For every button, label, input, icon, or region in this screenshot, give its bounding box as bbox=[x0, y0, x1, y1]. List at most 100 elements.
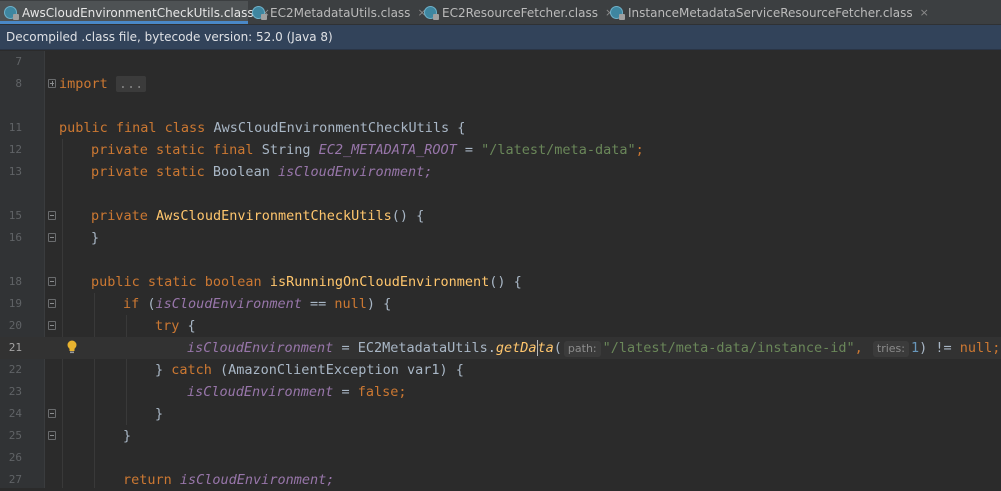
line-number: 19 bbox=[8, 297, 22, 310]
code-line-current: 21 isCloudEnvironment = EC2MetadataUtils… bbox=[0, 337, 1001, 359]
tab-label: AwsCloudEnvironmentCheckUtils.class bbox=[22, 5, 254, 20]
fold-toggle-icon[interactable] bbox=[48, 409, 56, 418]
string: "/latest/meta-data" bbox=[481, 142, 636, 158]
punct: = bbox=[456, 142, 482, 158]
fold-toggle-icon[interactable] bbox=[48, 211, 56, 220]
punct: ; bbox=[398, 384, 407, 400]
folded-imports[interactable]: ... bbox=[115, 76, 147, 92]
banner-text: Decompiled .class file, bytecode version… bbox=[6, 30, 333, 44]
keyword: private static final bbox=[91, 142, 254, 158]
field: EC2_METADATA_ROOT bbox=[318, 142, 457, 158]
keyword: null bbox=[959, 340, 993, 356]
line-number: 15 bbox=[8, 209, 22, 222]
field: isCloudEnvironment; bbox=[277, 164, 433, 180]
punct: } bbox=[155, 362, 172, 378]
code-line: 20 try { bbox=[0, 315, 1001, 337]
code-line: 13 private static Boolean isCloudEnviron… bbox=[0, 161, 1001, 183]
code-line: 11 public final class AwsCloudEnvironmen… bbox=[0, 117, 1001, 139]
line-number: 11 bbox=[8, 121, 22, 134]
parameter-hint-tries: tries: bbox=[872, 341, 909, 357]
line-number: 21 bbox=[8, 341, 22, 354]
code-line: 7 bbox=[0, 51, 1001, 73]
class-name: AwsCloudEnvironmentCheckUtils bbox=[213, 120, 450, 136]
code-text: } catch (AmazonClientException var1) { bbox=[155, 359, 464, 381]
fold-toggle-icon[interactable] bbox=[48, 431, 56, 440]
type: Boolean bbox=[204, 164, 278, 180]
keyword: public static boolean bbox=[91, 274, 262, 290]
punct: , bbox=[854, 340, 863, 356]
keyword: public final class bbox=[59, 120, 206, 136]
keyword: null bbox=[334, 296, 367, 312]
code-editor[interactable]: 7 8 import ... 11 public final class Aws… bbox=[0, 51, 1001, 488]
punct: == bbox=[301, 296, 335, 312]
keyword: return bbox=[123, 472, 172, 488]
field: isCloudEnvironment bbox=[155, 296, 302, 312]
tab-label: EC2ResourceFetcher.class bbox=[442, 5, 598, 20]
class-file-icon bbox=[610, 6, 625, 20]
tab-ec2-resource-fetcher[interactable]: EC2ResourceFetcher.class × bbox=[420, 1, 614, 24]
line-number: 18 bbox=[8, 275, 22, 288]
punct: ; bbox=[992, 340, 1001, 356]
line-number: 23 bbox=[8, 385, 22, 398]
punct: ) { bbox=[366, 296, 392, 312]
line-number: 20 bbox=[8, 319, 22, 332]
class-file-icon bbox=[252, 6, 267, 20]
method-call: ta bbox=[537, 340, 554, 356]
fold-toggle-icon[interactable] bbox=[48, 299, 56, 308]
punct: ( bbox=[139, 296, 156, 312]
keyword: private bbox=[91, 208, 148, 224]
tab-label: InstanceMetadataServiceResourceFetcher.c… bbox=[628, 5, 913, 20]
code-line: 22 } catch (AmazonClientException var1) … bbox=[0, 359, 1001, 381]
code-text: private static Boolean isCloudEnvironmen… bbox=[91, 161, 432, 183]
punct: ( bbox=[553, 340, 562, 356]
code-text: private static final String EC2_METADATA… bbox=[91, 139, 644, 161]
punct: () { bbox=[391, 208, 425, 224]
method-name: AwsCloudEnvironmentCheckUtils bbox=[156, 208, 392, 224]
code-text: if (isCloudEnvironment == null) { bbox=[123, 293, 391, 315]
tab-instance-metadata-service-resource-fetcher[interactable]: InstanceMetadataServiceResourceFetcher.c… bbox=[606, 1, 929, 24]
fold-toggle-icon[interactable] bbox=[48, 277, 56, 286]
line-number: 8 bbox=[15, 77, 22, 90]
punct: { bbox=[179, 318, 196, 334]
code-text: public final class AwsCloudEnvironmentCh… bbox=[59, 117, 465, 139]
punct: ; bbox=[635, 142, 644, 158]
string: "/latest/meta-data/instance-id" bbox=[602, 340, 855, 356]
punct: ) != bbox=[919, 340, 960, 356]
tab-label: EC2MetadataUtils.class bbox=[270, 5, 411, 20]
tab-ec2-metadata-utils[interactable]: EC2MetadataUtils.class × bbox=[248, 1, 427, 24]
code-line: 15 private AwsCloudEnvironmentCheckUtils… bbox=[0, 205, 1001, 227]
code-line: 18 public static boolean isRunningOnClou… bbox=[0, 271, 1001, 293]
line-number: 25 bbox=[8, 429, 22, 442]
line-number: 22 bbox=[8, 363, 22, 376]
code-text: isCloudEnvironment = EC2MetadataUtils.ge… bbox=[187, 337, 1000, 359]
code-line: 12 private static final String EC2_METAD… bbox=[0, 139, 1001, 161]
fold-toggle-icon[interactable] bbox=[48, 233, 56, 242]
code-text: } bbox=[91, 230, 100, 246]
editor-tab-bar: AwsCloudEnvironmentCheckUtils.class × EC… bbox=[0, 0, 1001, 25]
fold-toggle-icon[interactable] bbox=[48, 79, 56, 88]
keyword: catch bbox=[171, 362, 212, 378]
tab-aws-cloud-environment-check-utils[interactable]: AwsCloudEnvironmentCheckUtils.class × bbox=[0, 1, 270, 24]
line-number: 7 bbox=[15, 55, 22, 68]
line-number: 12 bbox=[8, 143, 22, 156]
line-number: 24 bbox=[8, 407, 22, 420]
code-text: } bbox=[123, 428, 132, 444]
field: isCloudEnvironment bbox=[187, 384, 334, 400]
code-line: 25 } bbox=[0, 425, 1001, 447]
class-file-icon bbox=[4, 6, 19, 20]
class-file-icon bbox=[424, 6, 439, 20]
keyword: import bbox=[59, 76, 108, 92]
code-text: public static boolean isRunningOnCloudEn… bbox=[91, 271, 522, 293]
parameter-hint-path: path: bbox=[563, 341, 601, 357]
method-name: isRunningOnCloudEnvironment bbox=[269, 274, 490, 290]
type: String bbox=[253, 142, 319, 158]
punct: = EC2MetadataUtils. bbox=[333, 340, 496, 356]
fold-toggle-icon[interactable] bbox=[48, 321, 56, 330]
close-icon[interactable]: × bbox=[920, 6, 929, 19]
code-text: import ... bbox=[59, 73, 147, 95]
punct: { bbox=[449, 120, 466, 136]
code-text: } bbox=[155, 406, 164, 422]
lightbulb-intention-icon[interactable] bbox=[66, 340, 78, 354]
keyword: try bbox=[155, 318, 180, 334]
line-number: 13 bbox=[8, 165, 22, 178]
